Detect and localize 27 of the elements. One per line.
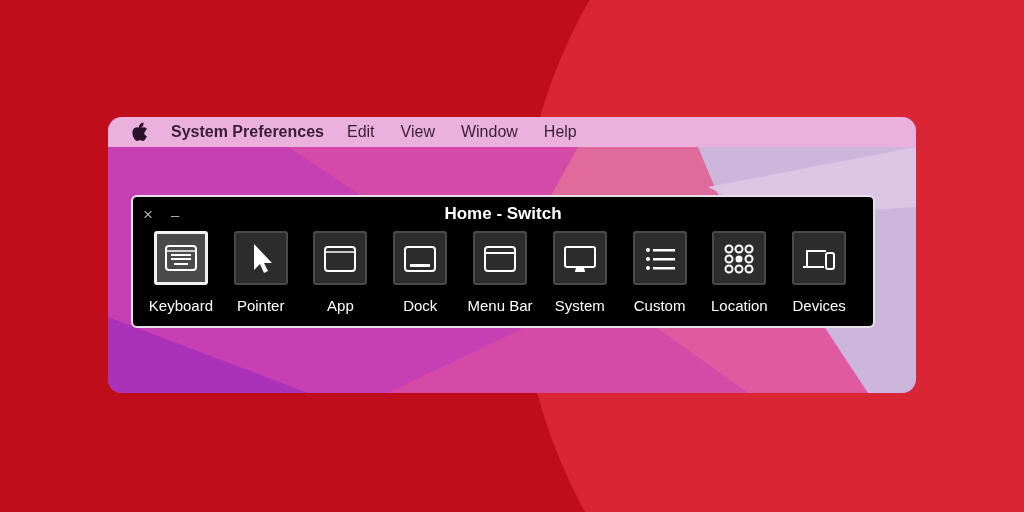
menu-item[interactable]: Help — [543, 120, 577, 144]
tile-label: Menu Bar — [467, 296, 533, 316]
menu-item[interactable]: Window — [460, 120, 518, 144]
tile-label: Dock — [403, 296, 438, 316]
tile-label: Custom — [633, 296, 686, 316]
tile-label: Keyboard — [148, 296, 213, 316]
tile-label: App — [327, 296, 354, 316]
switch-tile[interactable] — [233, 231, 288, 285]
switch-tile[interactable] — [712, 231, 767, 285]
close-button[interactable]: × — [143, 205, 153, 223]
app-menu[interactable]: System Preferences — [171, 120, 324, 144]
tile-label: Location — [711, 296, 768, 316]
switch-tile[interactable] — [632, 231, 687, 285]
menu-item[interactable]: View — [400, 120, 435, 144]
switch-tile[interactable] — [552, 231, 607, 285]
panel-title: Home - Switch — [444, 203, 562, 226]
tile-label: System — [554, 296, 605, 316]
apple-icon[interactable] — [130, 122, 148, 142]
menu-item[interactable]: Edit — [347, 120, 375, 144]
minimize-button[interactable]: – — [170, 206, 180, 222]
switch-tile[interactable] — [393, 231, 448, 285]
keyboard-icon — [163, 242, 198, 274]
switch-tile[interactable] — [792, 231, 847, 285]
switch-tile[interactable] — [313, 231, 368, 285]
tile-label: Devices — [792, 296, 846, 316]
tile-label: Pointer — [236, 296, 285, 316]
switch-tile[interactable] — [473, 231, 527, 285]
